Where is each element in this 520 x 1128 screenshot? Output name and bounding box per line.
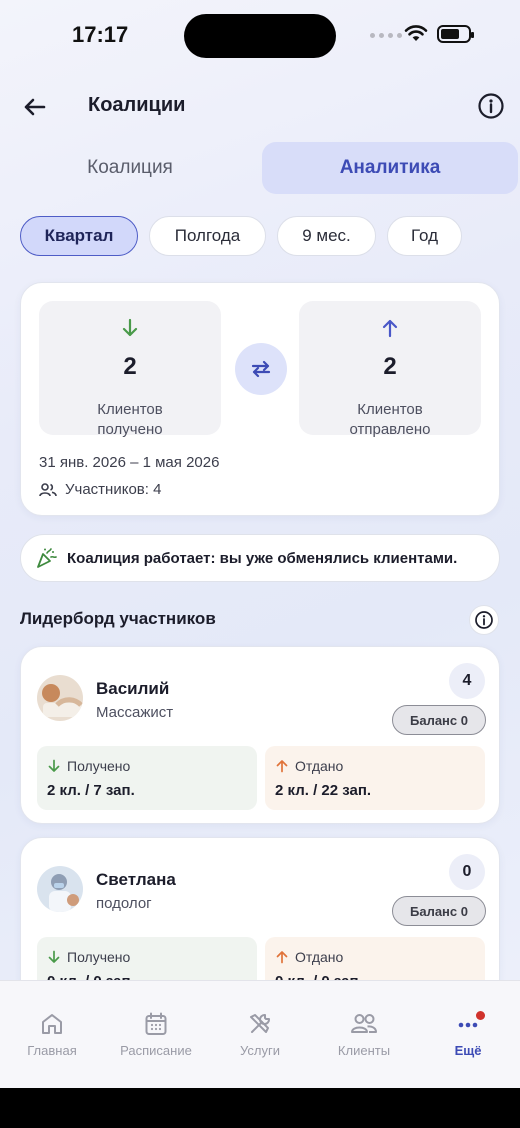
tab-more-label: Ещё: [454, 1043, 482, 1058]
received-stat: 2 Клиентов получено: [39, 301, 221, 438]
tab-services-label: Услуги: [240, 1043, 280, 1058]
status-bar: 17:17: [0, 0, 520, 70]
people-icon: [39, 482, 57, 496]
member-role: Массажист: [96, 704, 174, 721]
member-name: Василий: [96, 679, 170, 698]
member-rank-badge: 4: [449, 663, 485, 699]
received-count: 2: [123, 353, 137, 380]
header: Коалиции: [0, 82, 520, 130]
tab-analytics[interactable]: Аналитика: [262, 142, 518, 194]
home-icon: [42, 1014, 62, 1034]
participants-label: Участников: 4: [65, 481, 162, 498]
party-popper-icon: [37, 548, 57, 568]
avatar: [37, 675, 83, 721]
period-year-chip[interactable]: Год: [387, 216, 462, 256]
banner-text: Коалиция работает: вы уже обменялись кли…: [67, 549, 458, 567]
arrow-up-icon: [276, 760, 288, 773]
swap-icon[interactable]: [235, 343, 287, 395]
sent-count: 2: [383, 353, 397, 380]
tab-home[interactable]: Главная: [2, 1011, 102, 1058]
back-arrow-icon[interactable]: [20, 92, 50, 122]
period-filter: Квартал Полгода 9 мес. Год: [20, 216, 462, 256]
period-quarter-chip[interactable]: Квартал: [20, 216, 138, 256]
arrow-down-icon: [122, 318, 138, 337]
wifi-icon: [404, 25, 428, 41]
member-card[interactable]: Василий Массажист 4 Баланс 0 Получено 2 …: [20, 646, 500, 824]
received-label: Получено: [67, 949, 131, 965]
tab-more[interactable]: Ещё: [418, 1011, 518, 1058]
dynamic-island: [184, 14, 336, 58]
leaderboard-info-icon[interactable]: [469, 605, 499, 635]
sent-label-line1: Клиентов: [357, 401, 423, 418]
period-half-year-chip[interactable]: Полгода: [149, 216, 266, 256]
arrow-up-icon: [382, 319, 398, 338]
calendar-icon: [145, 1012, 167, 1035]
sent-stat: 2 Клиентов отправлено: [299, 301, 481, 438]
coalition-status-banner: Коалиция работает: вы уже обменялись кли…: [20, 534, 500, 582]
period-9-months-chip[interactable]: 9 мес.: [277, 216, 376, 256]
arrow-down-icon: [48, 759, 60, 772]
given-box: Отдано 2 кл. / 22 зап.: [265, 746, 485, 810]
bottom-tab-bar: Главная Расписание Услуги Клиенты Ещё: [0, 980, 520, 1088]
tab-coalition[interactable]: Коалиция: [20, 142, 240, 194]
member-role: подолог: [96, 895, 152, 912]
given-label: Отдано: [295, 949, 344, 965]
app-screen: 17:17 Коалиции Коалиция Аналитика Кварта…: [0, 0, 520, 1088]
avatar: [37, 866, 83, 912]
given-label: Отдано: [295, 758, 344, 774]
users-icon: [351, 1014, 377, 1033]
status-time: 17:17: [72, 22, 129, 47]
received-value: 2 кл. / 7 зап.: [47, 782, 135, 799]
arrow-down-icon: [48, 950, 60, 963]
participants-count: Участников: 4: [39, 481, 161, 498]
battery-icon: [437, 25, 474, 43]
tab-home-label: Главная: [27, 1043, 77, 1058]
info-icon[interactable]: [477, 92, 505, 120]
date-range: 31 янв. 2026 – 1 мая 2026: [39, 454, 220, 471]
tab-schedule-label: Расписание: [120, 1043, 192, 1058]
signal-icon: [370, 33, 402, 38]
received-label-line2: получено: [97, 421, 163, 438]
tab-schedule[interactable]: Расписание: [106, 1011, 206, 1058]
arrow-up-icon: [276, 951, 288, 964]
balance-badge: Баланс 0: [392, 896, 486, 926]
member-rank-badge: 0: [449, 854, 485, 890]
tab-services[interactable]: Услуги: [210, 1011, 310, 1058]
notification-dot: [476, 1011, 485, 1020]
received-label: Получено: [67, 758, 131, 774]
given-value: 2 кл. / 22 зап.: [275, 782, 372, 799]
page-title: Коалиции: [88, 94, 186, 116]
tools-icon: [250, 1014, 270, 1033]
member-name: Светлана: [96, 870, 176, 889]
exchange-stats-card: 2 Клиентов получено 2 Клиентов отправлен…: [20, 282, 500, 516]
tab-clients[interactable]: Клиенты: [314, 1011, 414, 1058]
sent-label-line2: отправлено: [349, 421, 431, 438]
received-box: Получено 2 кл. / 7 зап.: [37, 746, 257, 810]
received-label-line1: Клиентов: [97, 401, 163, 418]
leaderboard-title: Лидерборд участников: [20, 609, 216, 628]
balance-badge: Баланс 0: [392, 705, 486, 735]
tab-clients-label: Клиенты: [337, 1043, 391, 1058]
